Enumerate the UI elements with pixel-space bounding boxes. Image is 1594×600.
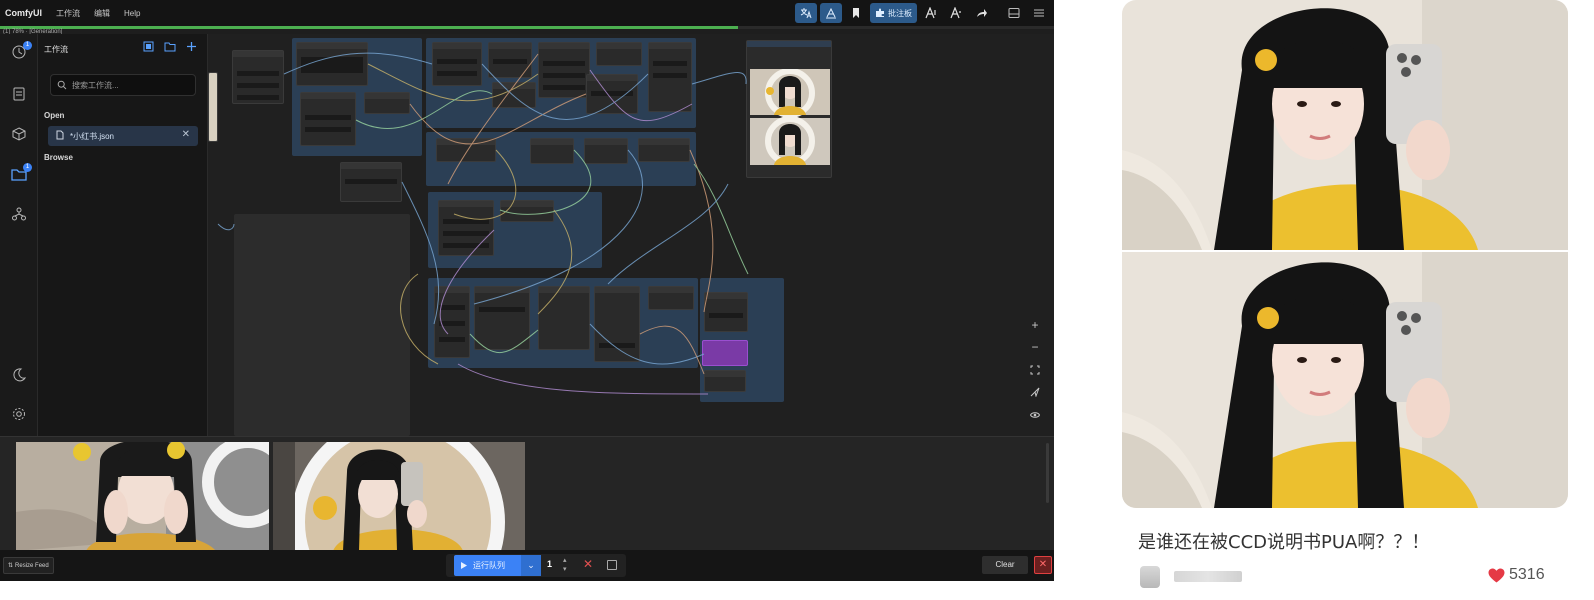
node-graph-canvas[interactable]: + − xyxy=(208,34,1054,436)
image-feed xyxy=(0,436,1054,551)
author-avatar[interactable] xyxy=(1140,566,1160,588)
queue-history-icon[interactable]: 1 xyxy=(10,41,32,62)
app-logo: ComfyUI xyxy=(5,8,43,18)
queue-controls: 运行队列 ⌄ 1 ▴ ▾ ✕ xyxy=(446,554,626,577)
zoom-out-icon[interactable]: − xyxy=(1028,340,1042,354)
clear-button[interactable]: Clear xyxy=(982,556,1028,574)
hamburger-menu-icon[interactable] xyxy=(1028,3,1050,23)
batch-stepper-icon[interactable]: ▴ ▾ xyxy=(563,556,567,574)
play-icon xyxy=(461,562,467,569)
workflows-panel-title: 工作流 xyxy=(44,45,68,54)
author-name-blurred[interactable] xyxy=(1174,571,1242,582)
batch-count-input[interactable]: 1 xyxy=(547,559,552,569)
bottom-action-bar: ⇅ Resize Feed 运行队列 ⌄ 1 ▴ ▾ ✕ Clear ✕ xyxy=(0,550,1054,581)
node-library-icon[interactable] xyxy=(10,86,28,104)
post-caption[interactable]: 是谁还在被CCD说明书PUA啊？？！ xyxy=(1138,528,1429,554)
social-post-card: 是谁还在被CCD说明书PUA啊？？！ 5316 xyxy=(1120,0,1594,600)
open-section-header: Open xyxy=(44,111,65,120)
font-a-icon[interactable] xyxy=(920,3,942,23)
share-icon[interactable] xyxy=(970,3,992,23)
resize-feed-label: Resize Feed xyxy=(15,562,49,569)
feed-scrollbar[interactable] xyxy=(1046,443,1049,503)
menu-workflow[interactable]: 工作流 xyxy=(56,8,80,19)
toolbar-right: 批注板 xyxy=(795,3,1050,23)
font-b-icon[interactable] xyxy=(945,3,967,23)
puzzle-icon xyxy=(876,8,884,17)
node-connection-wires xyxy=(217,52,749,395)
panel-toggle-icon[interactable] xyxy=(1003,3,1025,23)
queue-run-label: 运行队列 xyxy=(473,561,505,570)
zoom-in-icon[interactable]: + xyxy=(1028,318,1042,332)
progress-bar xyxy=(0,26,738,29)
fit-view-icon[interactable] xyxy=(1028,364,1042,378)
resize-icon: ⇅ xyxy=(8,563,14,569)
side-icon-bar: 1 1 xyxy=(0,34,38,436)
new-workflow-plus-icon[interactable] xyxy=(186,41,197,55)
workflow-open-folder-icon[interactable] xyxy=(164,41,176,55)
translate-icon[interactable] xyxy=(795,3,817,23)
workflows-folder-icon[interactable]: 1 xyxy=(10,163,32,184)
like-button[interactable]: 5316 xyxy=(1488,566,1545,584)
queue-dropdown-chevron-icon[interactable]: ⌄ xyxy=(521,555,541,576)
heart-icon xyxy=(1488,568,1505,582)
browse-section-header: Browse xyxy=(44,153,73,162)
stop-square-icon[interactable] xyxy=(607,560,617,570)
close-workflow-icon[interactable]: ✕ xyxy=(182,129,190,140)
templates-icon[interactable] xyxy=(10,206,28,224)
feed-image-1[interactable] xyxy=(16,442,269,551)
model-library-icon[interactable] xyxy=(10,126,28,144)
close-feed-icon[interactable]: ✕ xyxy=(1034,556,1052,574)
bookmark-icon[interactable] xyxy=(845,3,867,23)
menu-edit[interactable]: 编辑 xyxy=(94,8,110,19)
open-workflow-name: *小红书.json xyxy=(70,131,115,141)
theme-moon-icon[interactable] xyxy=(10,367,28,385)
workflow-search-input[interactable]: 搜索工作流... xyxy=(50,74,196,96)
open-workflow-item[interactable]: *小红书.json ✕ xyxy=(48,126,198,146)
workflows-panel: 工作流 搜索工作流... Open *小红书.json ✕ Browse xyxy=(38,34,208,436)
menu-help[interactable]: Help xyxy=(124,9,140,18)
comfyui-window: ComfyUI 工作流 编辑 Help 批注板 (1) 78% · [Gener… xyxy=(0,0,1054,581)
queue-run-button[interactable]: 运行队列 xyxy=(454,555,528,576)
resize-feed-button[interactable]: ⇅ Resize Feed xyxy=(3,557,54,574)
toggle-links-eye-icon[interactable] xyxy=(1028,408,1042,422)
workflows-badge: 1 xyxy=(23,163,32,172)
translate-toggle-icon[interactable] xyxy=(820,3,842,23)
annotation-board-label: 批注板 xyxy=(888,8,912,18)
workflow-search-placeholder: 搜索工作流... xyxy=(72,80,119,90)
file-icon xyxy=(56,130,64,142)
workflow-browse-grid-icon[interactable] xyxy=(143,41,154,55)
like-count: 5316 xyxy=(1509,566,1545,583)
post-image-top[interactable] xyxy=(1122,0,1568,250)
post-image-bottom[interactable] xyxy=(1122,252,1568,508)
top-menu-bar: ComfyUI 工作流 编辑 Help 批注板 xyxy=(0,0,1054,26)
search-icon xyxy=(57,80,67,90)
select-mode-icon[interactable] xyxy=(1028,386,1042,400)
settings-gear-icon[interactable] xyxy=(10,406,28,424)
cancel-run-icon[interactable]: ✕ xyxy=(583,557,593,571)
workflows-panel-actions xyxy=(143,41,197,55)
queue-badge: 1 xyxy=(23,41,32,50)
feed-image-2[interactable] xyxy=(273,442,525,551)
annotation-board-button[interactable]: 批注板 xyxy=(870,3,917,23)
